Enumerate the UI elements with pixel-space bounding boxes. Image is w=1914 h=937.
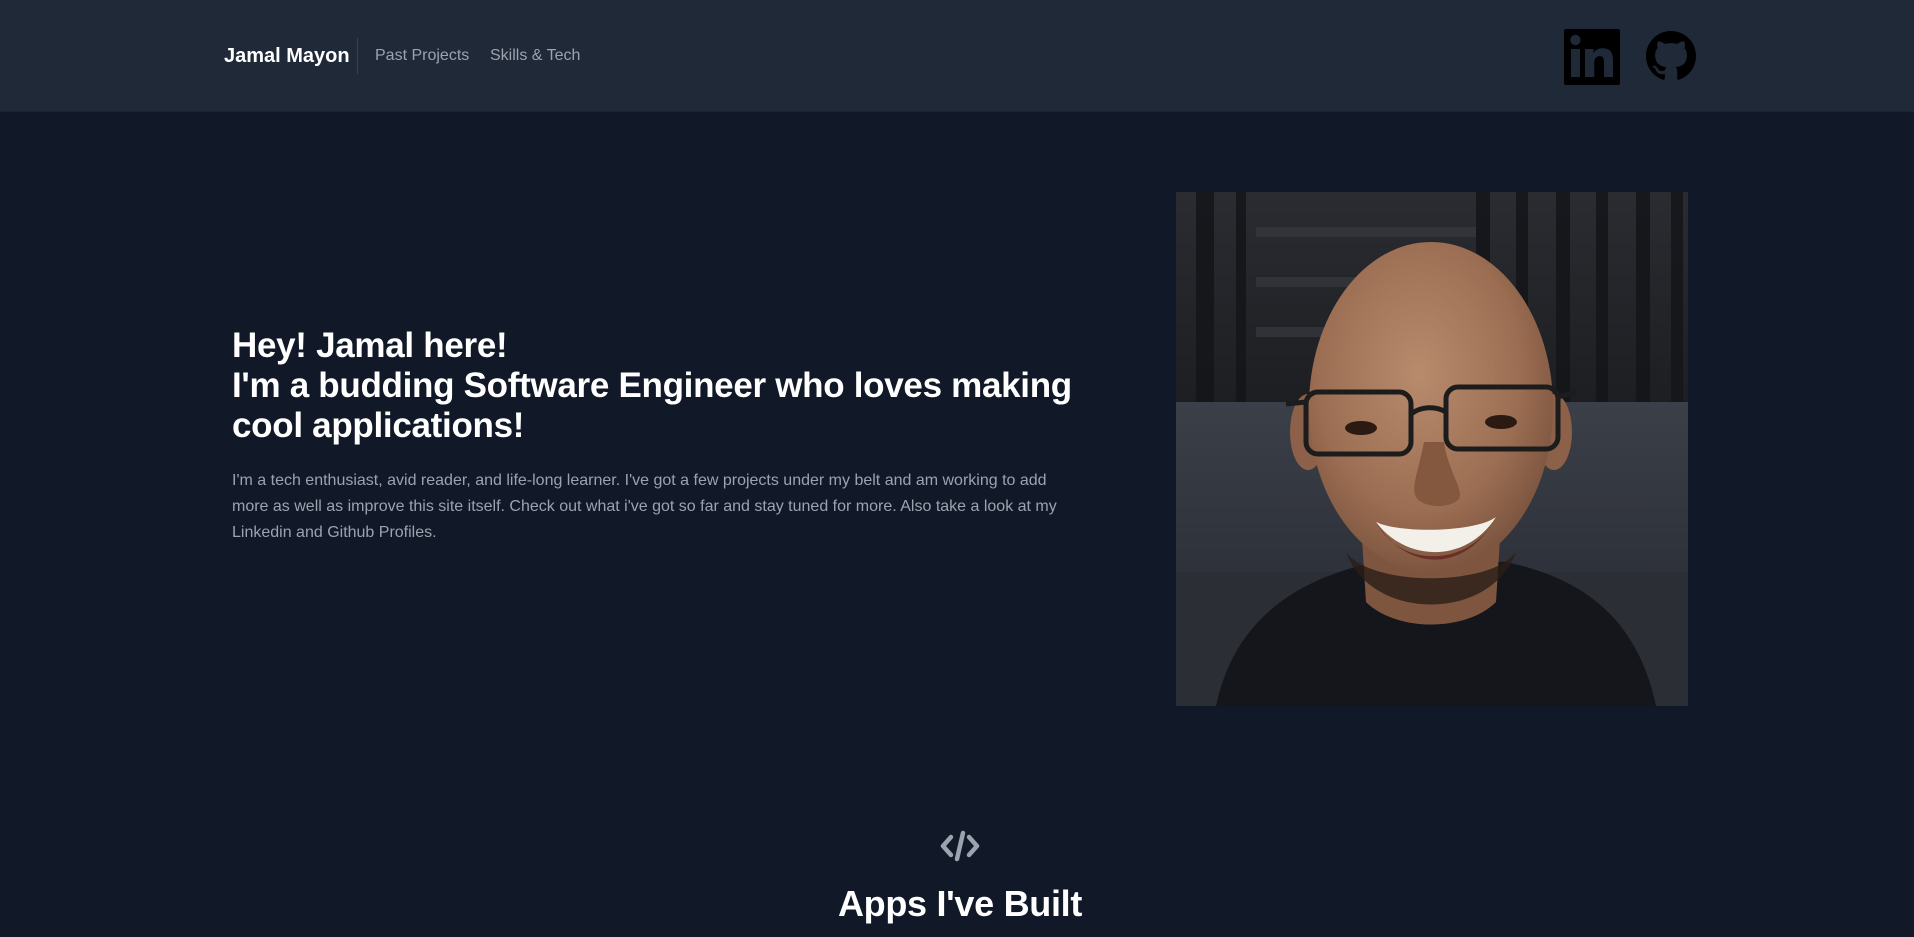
code-icon — [940, 829, 980, 863]
github-icon — [1646, 31, 1696, 80]
top-navbar: Jamal Mayon Past Projects Skills & Tech — [0, 0, 1914, 112]
headline-line-1: Hey! Jamal here! — [232, 326, 508, 365]
hero-section: Hey! Jamal here! I'm a budding Software … — [232, 326, 1082, 546]
linkedin-icon — [1564, 29, 1620, 85]
github-link[interactable] — [1646, 31, 1696, 81]
hero-description: I'm a tech enthusiast, avid reader, and … — [232, 472, 1057, 541]
apps-section-title: Apps I've Built — [837, 883, 1083, 924]
profile-photo — [1176, 192, 1688, 706]
headline-line-2: I'm a budding Software Engineer who love… — [232, 366, 1072, 405]
headline-line-3: cool applications! — [232, 406, 525, 445]
linkedin-link[interactable] — [1564, 29, 1620, 85]
profile-photo-illustration — [1176, 192, 1688, 706]
nav-link-skills-tech[interactable]: Skills & Tech — [490, 46, 580, 66]
brand-name[interactable]: Jamal Mayon — [224, 44, 350, 68]
nav-divider — [357, 38, 358, 74]
nav-link-past-projects[interactable]: Past Projects — [375, 46, 469, 66]
hero-headline: Hey! Jamal here! I'm a budding Software … — [232, 326, 1082, 446]
